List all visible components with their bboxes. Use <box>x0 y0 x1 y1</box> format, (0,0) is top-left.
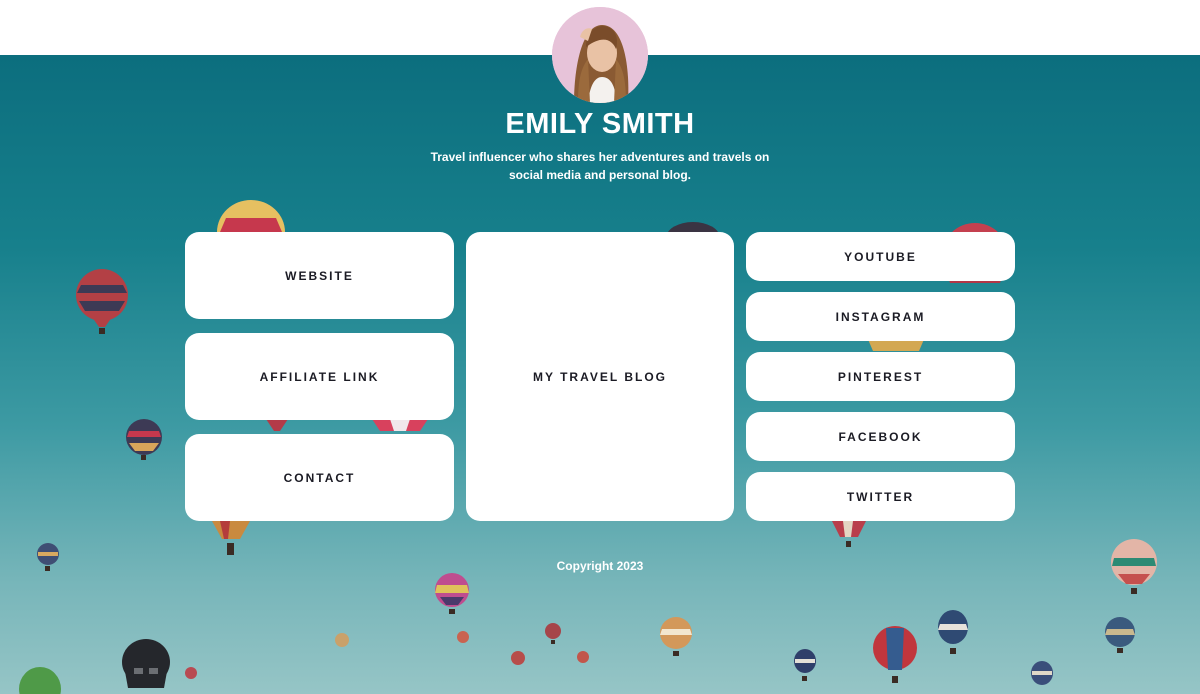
affiliate-link-button[interactable]: AFFILIATE LINK <box>185 333 454 420</box>
balloon-icon <box>434 573 470 619</box>
balloon-icon <box>793 649 817 685</box>
balloon-icon <box>18 667 62 694</box>
balloon-icon <box>264 419 290 435</box>
balloon-icon <box>576 651 590 669</box>
balloon-icon <box>370 419 430 435</box>
balloon-icon <box>1104 617 1136 655</box>
profile-name: EMILY SMITH <box>505 108 695 140</box>
balloon-icon <box>872 626 918 686</box>
youtube-link-button[interactable]: YOUTUBE <box>746 232 1015 281</box>
balloon-icon <box>659 617 693 659</box>
balloon-icon <box>830 521 868 551</box>
balloon-icon <box>125 419 163 469</box>
instagram-link-button[interactable]: INSTAGRAM <box>746 292 1015 341</box>
tagline-line-2: social media and personal blog. <box>508 168 692 182</box>
balloon-icon <box>184 667 198 683</box>
twitter-link-button[interactable]: TWITTER <box>746 472 1015 521</box>
tagline-line-1: Travel influencer who shares her adventu… <box>430 150 770 164</box>
balloon-icon <box>544 623 562 647</box>
copyright-text: Copyright 2023 <box>556 559 644 573</box>
contact-link-button[interactable]: CONTACT <box>185 434 454 521</box>
facebook-link-button[interactable]: FACEBOOK <box>746 412 1015 461</box>
balloon-icon <box>120 638 172 694</box>
profile-avatar <box>552 7 648 103</box>
balloon-icon <box>334 633 350 653</box>
website-link-button[interactable]: WEBSITE <box>185 232 454 319</box>
travel-blog-link-button[interactable]: MY TRAVEL BLOG <box>466 232 734 521</box>
balloon-icon <box>1030 661 1054 694</box>
profile-tagline: Travel influencer who shares her adventu… <box>420 148 780 184</box>
pinterest-link-button[interactable]: PINTEREST <box>746 352 1015 401</box>
balloon-icon <box>456 631 470 649</box>
balloon-icon <box>937 610 969 658</box>
balloon-icon <box>210 521 252 561</box>
balloon-icon <box>510 651 526 671</box>
balloon-icon <box>75 269 129 337</box>
